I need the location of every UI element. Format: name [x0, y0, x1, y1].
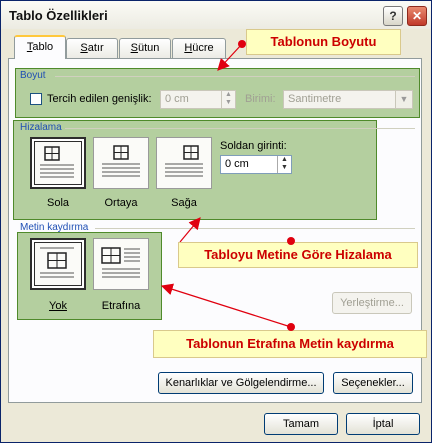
tab-label-underline: S — [80, 42, 88, 54]
wrap-none-icon — [40, 247, 74, 278]
dialog-title: Tablo Özellikleri — [9, 8, 108, 23]
wrap-none-option[interactable] — [30, 238, 86, 290]
tab-label-rest: atır — [87, 42, 104, 54]
align-center-label: Ortaya — [104, 197, 138, 209]
wrapping-callout-dot — [287, 323, 295, 331]
positioning-button[interactable]: Yerleştirme... — [332, 292, 412, 314]
tab-label-rest: ütun — [137, 42, 160, 54]
wrap-around-icon — [101, 247, 140, 278]
align-center-icon — [102, 145, 140, 177]
help-button[interactable]: ? — [383, 6, 403, 26]
preferred-width-label: Tercih edilen genişlik: — [47, 93, 152, 105]
wrapping-callout: Tablonun Etrafına Metin kaydırma — [153, 330, 427, 358]
size-callout-dot — [238, 40, 246, 48]
width-spinner[interactable]: ▲ ▼ — [221, 91, 235, 108]
size-callout: Tablonun Boyutu — [246, 29, 401, 55]
indent-input[interactable]: 0 cm ▲ ▼ — [220, 155, 292, 174]
borders-shading-button[interactable]: Kenarlıklar ve Gölgelendirme... — [158, 372, 324, 394]
tab-satir[interactable]: Satır — [66, 38, 118, 58]
align-left-option[interactable] — [30, 137, 86, 189]
width-value: 0 cm — [165, 93, 189, 105]
tab-label-rest: ablo — [32, 41, 54, 53]
align-right-option[interactable] — [156, 137, 212, 189]
indent-spinner[interactable]: ▲ ▼ — [277, 156, 291, 173]
size-separator — [55, 76, 415, 77]
unit-label: Birimi: — [245, 93, 276, 105]
align-right-label: Sağa — [171, 197, 197, 209]
wrap-around-label: Etrafına — [101, 300, 141, 312]
unit-value: Santimetre — [288, 93, 342, 105]
align-left-icon — [40, 146, 74, 178]
alignment-callout-dot — [287, 237, 295, 245]
options-button[interactable]: Seçenekler... — [333, 372, 413, 394]
indent-label: Soldan girinti: — [220, 140, 287, 152]
tab-sutun[interactable]: Sütun — [119, 38, 171, 58]
alignment-section-label: Hizalama — [20, 122, 62, 133]
align-center-option[interactable] — [93, 137, 149, 189]
tab-label-underline: S — [130, 42, 138, 54]
wrap-around-option[interactable] — [93, 238, 149, 290]
size-section-label: Boyut — [20, 70, 46, 81]
width-input[interactable]: 0 cm ▲ ▼ — [160, 90, 236, 109]
tab-hucre[interactable]: Hücre — [172, 38, 226, 58]
title-bar: Tablo Özellikleri ? ✕ — [1, 1, 431, 29]
close-button[interactable]: ✕ — [407, 6, 427, 26]
alignment-separator — [65, 128, 415, 129]
wrapping-separator — [95, 228, 415, 229]
ok-button[interactable]: Tamam — [264, 413, 338, 435]
align-right-icon — [165, 145, 203, 177]
cancel-button[interactable]: İptal — [346, 413, 420, 435]
tab-tablo[interactable]: Tablo — [14, 35, 66, 59]
unit-select[interactable]: Santimetre ▼ — [283, 90, 413, 109]
wrap-none-label: Yok — [49, 300, 67, 312]
preferred-width-checkbox[interactable] — [30, 93, 42, 105]
alignment-callout: Tabloyu Metine Göre Hizalama — [178, 242, 418, 268]
chevron-down-icon[interactable]: ▼ — [395, 91, 412, 108]
indent-value: 0 cm — [225, 158, 249, 170]
align-left-label: Sola — [46, 197, 70, 209]
tab-label-rest: ücre — [192, 42, 214, 54]
